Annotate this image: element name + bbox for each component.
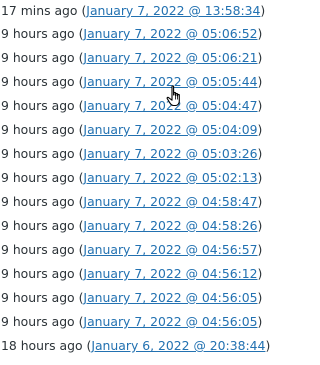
revision-date-link[interactable]: January 7, 2022 @ 05:06:21 [83,50,257,65]
revision-date-link[interactable]: January 7, 2022 @ 04:56:12 [83,266,257,281]
revision-time-ago: 9 hours ago [1,290,75,305]
revision-time-ago: 9 hours ago [1,50,75,65]
revision-item: 9 hours ago (January 7, 2022 @ 05:02:13) [1,170,263,185]
revision-list: 17 mins ago (January 7, 2022 @ 13:58:34)… [0,0,283,358]
revision-item: 9 hours ago (January 7, 2022 @ 05:04:47) [1,98,263,113]
revision-item: 9 hours ago (January 7, 2022 @ 05:03:26) [1,146,263,161]
revision-time-ago: 9 hours ago [1,26,75,41]
revision-item: 9 hours ago (January 7, 2022 @ 04:56:12) [1,266,263,281]
revision-item: 9 hours ago (January 7, 2022 @ 04:56:57) [1,242,263,257]
revision-date-link[interactable]: January 6, 2022 @ 20:38:44 [91,338,265,353]
revision-item: 9 hours ago (January 7, 2022 @ 04:58:47) [1,194,263,209]
revision-date-link[interactable]: January 7, 2022 @ 04:58:26 [83,218,257,233]
revision-time-ago: 9 hours ago [1,266,75,281]
revision-date-link[interactable]: January 7, 2022 @ 05:04:47 [83,98,257,113]
revision-date-link[interactable]: January 7, 2022 @ 13:58:34 [86,3,260,18]
revision-date-link[interactable]: January 7, 2022 @ 05:06:52 [83,26,257,41]
revision-date-link[interactable]: January 7, 2022 @ 04:58:47 [83,194,257,209]
revision-item: 9 hours ago (January 7, 2022 @ 04:58:26) [1,218,263,233]
revision-item: 9 hours ago (January 7, 2022 @ 05:04:09) [1,122,263,137]
revision-time-ago: 18 hours ago [1,338,83,353]
revision-time-ago: 9 hours ago [1,122,75,137]
revision-time-ago: 9 hours ago [1,242,75,257]
revision-time-ago: 9 hours ago [1,314,75,329]
revision-item: 9 hours ago (January 7, 2022 @ 05:05:44) [1,74,263,89]
revision-date-link[interactable]: January 7, 2022 @ 05:02:13 [83,170,257,185]
revision-time-ago: 9 hours ago [1,170,75,185]
revision-item: 9 hours ago (January 7, 2022 @ 05:06:21) [1,50,263,65]
revision-time-ago: 9 hours ago [1,194,75,209]
revision-item: 9 hours ago (January 7, 2022 @ 04:56:05) [1,314,263,329]
revision-time-ago: 9 hours ago [1,146,75,161]
revision-time-ago: 9 hours ago [1,74,75,89]
revision-date-link[interactable]: January 7, 2022 @ 04:56:05 [83,314,257,329]
revision-date-link[interactable]: January 7, 2022 @ 05:03:26 [83,146,257,161]
revision-item: 17 mins ago (January 7, 2022 @ 13:58:34) [1,3,266,18]
revision-time-ago: 9 hours ago [1,98,75,113]
revision-date-link[interactable]: January 7, 2022 @ 05:04:09 [83,122,257,137]
revision-time-ago: 9 hours ago [1,218,75,233]
revision-item: 9 hours ago (January 7, 2022 @ 04:56:05) [1,290,263,305]
revision-item: 9 hours ago (January 7, 2022 @ 05:06:52) [1,26,263,41]
revision-date-link[interactable]: January 7, 2022 @ 05:05:44 [83,74,257,89]
revision-time-ago: 17 mins ago [1,3,78,18]
revision-date-link[interactable]: January 7, 2022 @ 04:56:05 [83,290,257,305]
revision-date-link[interactable]: January 7, 2022 @ 04:56:57 [83,242,257,257]
revision-item: 18 hours ago (January 6, 2022 @ 20:38:44… [1,338,271,353]
